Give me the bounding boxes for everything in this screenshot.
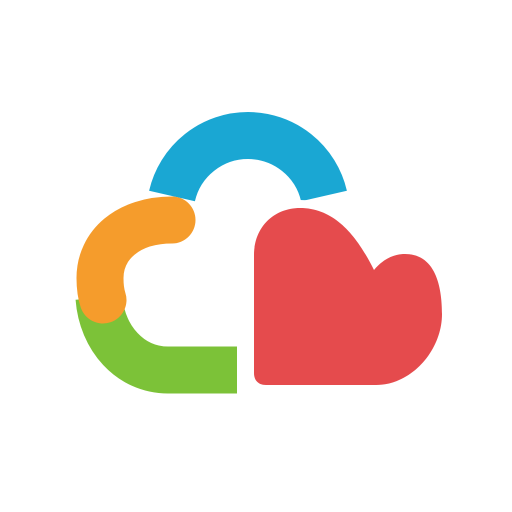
heart-shape bbox=[254, 208, 442, 385]
app-icon-canvas bbox=[0, 0, 512, 512]
cloud-orange-arc bbox=[76, 196, 196, 324]
cloud-blue-arc bbox=[149, 112, 347, 203]
cloud-heart-logo bbox=[75, 112, 450, 394]
